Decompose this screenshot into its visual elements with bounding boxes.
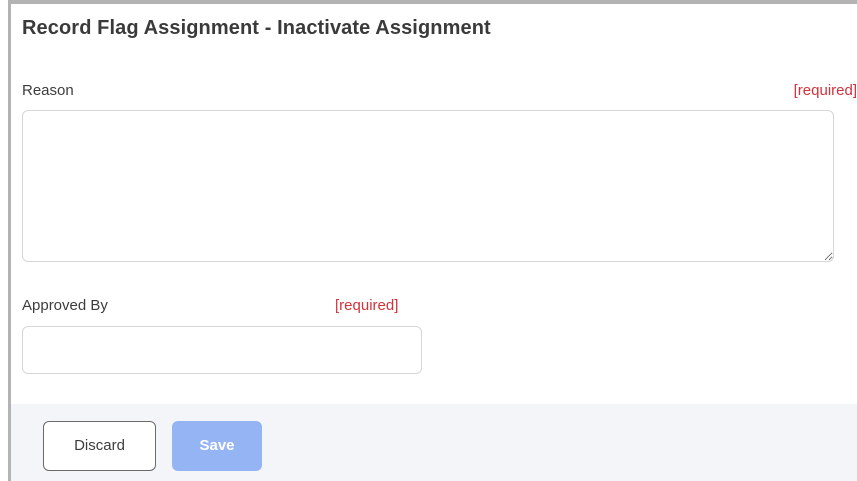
reason-required-indicator: [required] bbox=[793, 82, 857, 99]
reason-label: Reason bbox=[22, 82, 74, 99]
inactivate-assignment-dialog: Record Flag Assignment - Inactivate Assi… bbox=[0, 0, 857, 481]
reason-textarea[interactable] bbox=[22, 110, 834, 262]
approved-by-input[interactable] bbox=[22, 326, 422, 374]
save-button[interactable]: Save bbox=[172, 421, 262, 471]
approved-by-required-indicator: [required] bbox=[335, 297, 399, 314]
approved-by-label: Approved By bbox=[22, 297, 108, 314]
dialog-title: Record Flag Assignment - Inactivate Assi… bbox=[22, 17, 491, 39]
discard-button[interactable]: Discard bbox=[43, 421, 156, 471]
top-border bbox=[8, 0, 857, 4]
